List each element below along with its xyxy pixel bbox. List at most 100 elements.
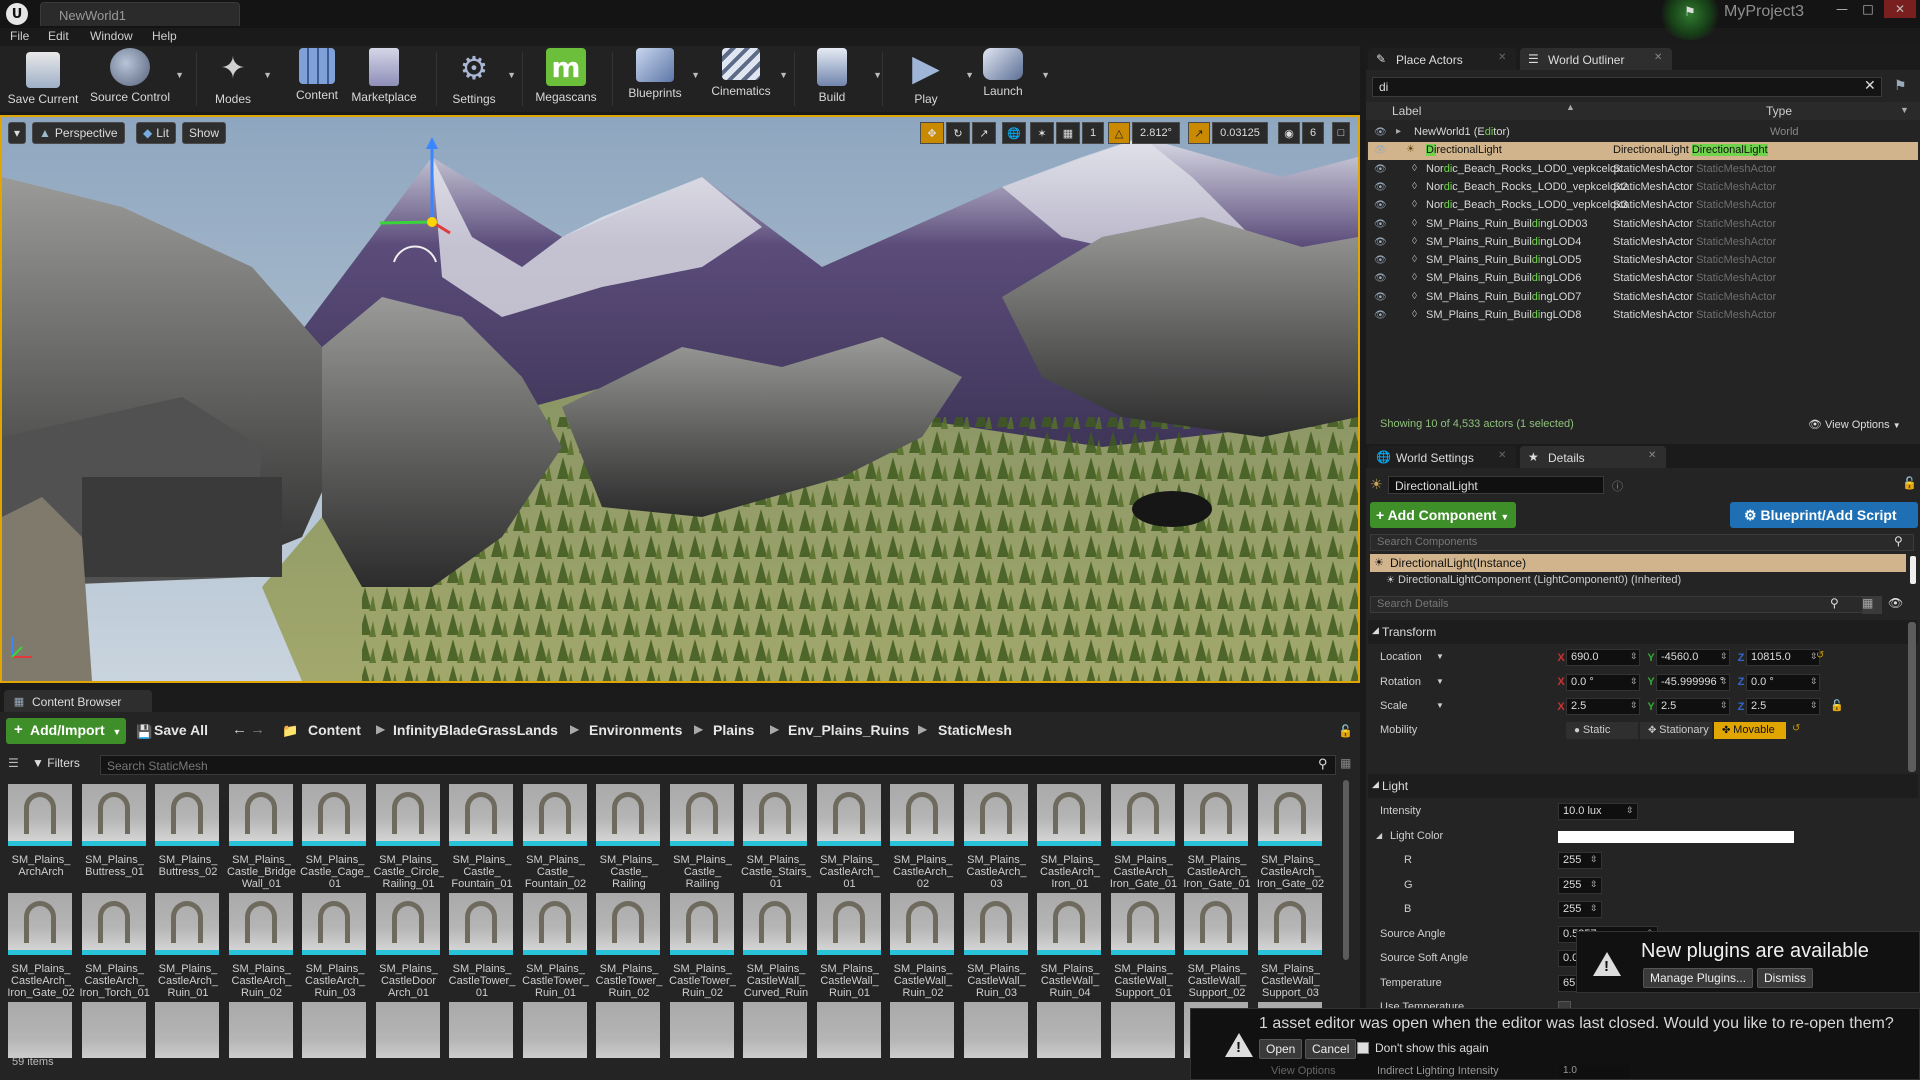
rotation-y-field[interactable]: -45.999996 ° xyxy=(1656,673,1730,691)
add-import-button[interactable]: + Add/Import ▼ xyxy=(6,718,126,744)
modes-dropdown-icon[interactable]: ▼ xyxy=(263,70,272,80)
close-tab-icon[interactable]: ✕ xyxy=(1498,52,1506,63)
help-icon[interactable]: ⓘ xyxy=(1612,478,1623,494)
outliner-row[interactable]: 👁 ◊ Nordic_Beach_Rocks_LOD0_vepkcelqx3 Stat… xyxy=(1368,197,1918,215)
eye-icon[interactable]: 👁 xyxy=(1888,596,1903,610)
asset-tile[interactable]: SM_Plains_ CastleWall_ Ruin_01 xyxy=(815,893,885,1001)
asset-tile[interactable]: SM_Plains_ CastleTower_ 01 xyxy=(447,893,517,1001)
asset-tile[interactable]: SM_Plains_ CastleArch_ Iron_Gate_01 xyxy=(1182,784,1252,892)
save-search-icon[interactable]: ▦ xyxy=(1340,756,1351,770)
rotation-z-field[interactable]: 0.0 ° xyxy=(1746,673,1820,691)
asset-tile[interactable]: SM_Plains_ CastleArch_ Ruin_03 xyxy=(300,893,370,1001)
asset-tile[interactable]: SM_Plains_ CastleArch_ 03 xyxy=(962,784,1032,892)
location-dropdown-icon[interactable]: ▼ xyxy=(1436,652,1444,661)
menu-help[interactable]: Help xyxy=(152,29,177,43)
scale-y-field[interactable]: 2.5 xyxy=(1656,698,1730,715)
visibility-eye-icon[interactable]: 👁 xyxy=(1374,273,1388,285)
breadcrumb-separator-icon[interactable]: ▶ xyxy=(694,722,703,736)
reset-icon[interactable]: ↺ xyxy=(1816,650,1824,661)
asset-tile[interactable]: SM_Plains_ CastleTower_ Ruin_01 xyxy=(521,893,591,1001)
view-options-button[interactable]: 👁 View Options ▼ xyxy=(1808,418,1901,431)
modes-button[interactable]: ✦ Modes ▼ xyxy=(206,48,272,110)
rotate-tool-icon[interactable]: ↻ xyxy=(946,122,970,144)
maximize-viewport-icon[interactable]: □ xyxy=(1332,122,1350,144)
outliner-row[interactable]: 👁 ▸ NewWorld1 (Editor) World xyxy=(1368,124,1918,142)
sources-toggle-icon[interactable]: ☰ xyxy=(8,756,19,770)
add-component-button[interactable]: + Add Component ▼ xyxy=(1370,502,1516,528)
asset-grid-scrollbar[interactable] xyxy=(1343,780,1349,960)
dismiss-button[interactable]: Dismiss xyxy=(1757,968,1813,988)
back-arrow-icon[interactable]: ← xyxy=(232,721,247,738)
clear-search-icon[interactable]: ✕ xyxy=(1864,77,1876,94)
asset-tile[interactable]: SM_Plains_ Castle_Stairs_ 01 xyxy=(741,784,811,892)
mobility-option-movable[interactable]: ✤ Movable xyxy=(1714,722,1786,739)
components-scrollbar[interactable] xyxy=(1910,556,1916,584)
asset-tile[interactable]: SM_Plains_ CastleArch_ 01 xyxy=(815,784,885,892)
lock-icon[interactable]: 🔓 xyxy=(1338,724,1353,738)
scale-snap-icon[interactable]: ↗ xyxy=(1188,122,1210,144)
dont-show-checkbox[interactable] xyxy=(1357,1042,1369,1054)
asset-tile[interactable] xyxy=(521,1002,591,1058)
breadcrumb-separator-icon[interactable]: ▶ xyxy=(570,722,579,736)
manage-plugins-button[interactable]: Manage Plugins... xyxy=(1643,968,1754,988)
content-browser-tab[interactable]: ▦ Content Browser xyxy=(4,690,152,712)
save-current-button[interactable]: Save Current xyxy=(4,48,82,110)
outliner-row[interactable]: 👁 ◊ SM_Plains_Ruin_BuildingLOD8 StaticMeshA… xyxy=(1368,307,1918,325)
outliner-row[interactable]: 👁 ☀ DirectionalLight DirectionalLight Direct… xyxy=(1368,142,1918,161)
asset-tile[interactable] xyxy=(153,1002,223,1058)
actor-name-field[interactable]: DirectionalLight xyxy=(1388,476,1604,494)
breadcrumb-staticmesh[interactable]: StaticMesh xyxy=(938,722,1012,738)
grid-snap-value[interactable]: 1 xyxy=(1082,122,1104,144)
component-child-row[interactable]: ☀ DirectionalLightComponent (LightCompon… xyxy=(1386,574,1906,590)
rotation-dropdown-icon[interactable]: ▼ xyxy=(1436,677,1444,686)
scale-label[interactable]: Scale xyxy=(1380,700,1408,712)
asset-tile[interactable]: SM_Plains_ CastleWall_ Support_02 xyxy=(1182,893,1252,1001)
maximize-button[interactable]: □ xyxy=(1856,0,1880,18)
asset-tile[interactable]: SM_Plains_ CastleWall_ Ruin_03 xyxy=(962,893,1032,1001)
asset-tile[interactable]: SM_Plains_ CastleWall_ Support_03 xyxy=(1256,893,1326,1001)
blueprints-button[interactable]: Blueprints ▼ xyxy=(622,48,700,110)
outliner-row[interactable]: 👁 ◊ Nordic_Beach_Rocks_LOD0_vepkcelqx Stati… xyxy=(1368,161,1918,179)
indirect-lighting-value[interactable]: 1.0 xyxy=(1559,1065,1629,1079)
menu-file[interactable]: File xyxy=(10,29,29,43)
blueprint-add-script-button[interactable]: ⚙ Blueprint/Add Script xyxy=(1730,502,1918,528)
scale-z-field[interactable]: 2.5 xyxy=(1746,698,1820,715)
outliner-row[interactable]: 👁 ◊ SM_Plains_Ruin_BuildingLOD7 StaticMeshA… xyxy=(1368,289,1918,307)
breadcrumb-content[interactable]: Content xyxy=(308,722,361,738)
rotation-x-field[interactable]: 0.0 ° xyxy=(1566,673,1640,691)
asset-tile[interactable]: SM_Plains_ CastleArch_ Ruin_02 xyxy=(227,893,297,1001)
camera-speed-icon[interactable]: ◉ xyxy=(1278,122,1300,144)
asset-tile[interactable]: SM_Plains_ Castle_ Fountain_02 xyxy=(521,784,591,892)
breadcrumb-separator-icon[interactable]: ▶ xyxy=(770,722,779,736)
close-tab-icon[interactable]: ✕ xyxy=(1654,52,1662,63)
asset-tile[interactable]: SM_Plains_ CastleWall_ Curved_Ruin xyxy=(741,893,811,1001)
visibility-eye-icon[interactable]: 👁 xyxy=(1374,310,1388,322)
search-details-input[interactable]: Search Details xyxy=(1370,596,1874,613)
content-button[interactable]: Content xyxy=(290,48,344,110)
lock-icon[interactable]: 🔓 xyxy=(1902,476,1917,490)
asset-tile[interactable]: SM_Plains_ Castle_ Railing xyxy=(594,784,664,892)
asset-tile[interactable]: SM_Plains_ CastleArch_ Iron_Torch_01 xyxy=(80,893,150,1001)
outliner-search-input[interactable]: di xyxy=(1372,77,1882,97)
world-local-icon[interactable]: 🌐 xyxy=(1002,122,1026,144)
asset-tile[interactable] xyxy=(300,1002,370,1058)
asset-tile[interactable] xyxy=(962,1002,1032,1058)
asset-tile[interactable]: SM_Plains_ ArchArch xyxy=(6,784,76,892)
outliner-row[interactable]: 👁 ◊ Nordic_Beach_Rocks_LOD0_vepkcelqx2 Stat… xyxy=(1368,179,1918,197)
asset-tile[interactable] xyxy=(1035,1002,1105,1058)
forward-arrow-icon[interactable]: → xyxy=(250,721,265,738)
asset-tile[interactable] xyxy=(1109,1002,1179,1058)
tab-world-settings[interactable]: 🌐 World Settings ✕ xyxy=(1368,446,1516,468)
perspective-button[interactable]: ▲ Perspective xyxy=(32,122,125,144)
asset-tile[interactable]: SM_Plains_ CastleTower_ Ruin_02 xyxy=(594,893,664,1001)
asset-tile[interactable]: SM_Plains_ CastleWall_ Support_01 xyxy=(1109,893,1179,1001)
location-label[interactable]: Location xyxy=(1380,651,1422,663)
source-soft-angle-field[interactable]: 0.0 xyxy=(1558,950,1578,967)
cinematics-button[interactable]: Cinematics ▼ xyxy=(706,48,788,110)
outliner-row[interactable]: 👁 ◊ SM_Plains_Ruin_BuildingLOD6 StaticMeshA… xyxy=(1368,270,1918,288)
outliner-row[interactable]: 👁 ◊ SM_Plains_Ruin_BuildingLOD03 StaticMesh… xyxy=(1368,216,1918,234)
asset-tile[interactable] xyxy=(888,1002,958,1058)
show-button[interactable]: Show xyxy=(182,122,227,144)
viewport-scene[interactable] xyxy=(2,117,1358,681)
location-x-field[interactable]: 690.0 xyxy=(1566,649,1640,666)
